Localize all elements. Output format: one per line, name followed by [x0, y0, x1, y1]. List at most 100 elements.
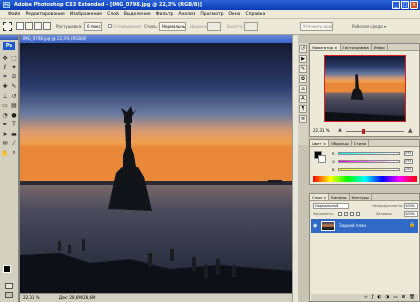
menu-select[interactable]: Выделение: [124, 12, 151, 17]
close-button[interactable]: ×: [410, 1, 418, 9]
lock-position-icon[interactable]: [350, 212, 354, 216]
clone-stamp-icon[interactable]: ⊥: [1, 92, 9, 100]
quick-mask-icon[interactable]: [5, 283, 13, 289]
intersect-selection-icon[interactable]: [43, 22, 51, 30]
path-select-icon[interactable]: ➤: [1, 130, 9, 138]
marquee-preset-icon[interactable]: [3, 22, 12, 31]
eyedropper-icon[interactable]: ⁄: [10, 140, 18, 148]
tab-styles[interactable]: Стили: [352, 140, 370, 146]
move-tool-icon[interactable]: ✥: [1, 54, 9, 62]
fill-input[interactable]: 100%: [404, 211, 418, 217]
lasso-tool-icon[interactable]: ℓ: [1, 64, 9, 72]
channel-b-slider[interactable]: [338, 168, 400, 171]
eraser-tool-icon[interactable]: ▭: [1, 102, 9, 110]
channel-r-value[interactable]: 255: [404, 151, 413, 156]
refine-edge-button[interactable]: Уточнить край...: [300, 22, 333, 31]
foreground-color-swatch[interactable]: [3, 265, 11, 273]
channel-r-slider[interactable]: [338, 152, 400, 155]
actions-icon[interactable]: ▶: [299, 55, 307, 63]
new-group-icon[interactable]: ▭: [393, 294, 397, 301]
menu-filter[interactable]: Фильтр: [156, 12, 174, 17]
dodge-tool-icon[interactable]: ●: [10, 111, 18, 119]
slice-tool-icon[interactable]: ⧄: [10, 73, 18, 81]
workspace-menu[interactable]: Рабочая среда ▾: [352, 24, 386, 29]
healing-brush-icon[interactable]: ✚: [1, 83, 9, 91]
style-select[interactable]: Нормальный: [159, 22, 186, 31]
document-size[interactable]: Док: 28,6M/28,6M: [59, 295, 96, 300]
maximize-button[interactable]: □: [401, 1, 409, 9]
add-selection-icon[interactable]: [25, 22, 33, 30]
brushes-icon[interactable]: ✿: [299, 75, 307, 83]
menu-edit[interactable]: Редактирование: [25, 12, 64, 17]
channel-g-value[interactable]: 255: [404, 159, 413, 164]
layer-style-icon[interactable]: ƒ: [372, 294, 374, 301]
crop-tool-icon[interactable]: ⌗: [1, 73, 9, 81]
tab-color[interactable]: Цвет ×: [310, 140, 330, 146]
toolbox-header[interactable]: [0, 35, 18, 40]
delete-layer-icon[interactable]: 🗑: [409, 294, 415, 301]
lock-transparency-icon[interactable]: [338, 212, 342, 216]
background-swatch[interactable]: [318, 155, 326, 163]
type-tool-icon[interactable]: T: [10, 121, 18, 129]
notes-icon[interactable]: ≡: [299, 115, 307, 123]
minimize-button[interactable]: _: [392, 1, 400, 9]
channel-g-slider[interactable]: [338, 160, 400, 163]
color-spectrum[interactable]: [313, 176, 417, 182]
pen-tool-icon[interactable]: ✒: [1, 121, 9, 129]
lock-all-icon[interactable]: [356, 212, 360, 216]
lock-pixels-icon[interactable]: [344, 212, 348, 216]
navigator-zoom[interactable]: 22,31 %: [313, 128, 330, 133]
zoom-slider-thumb[interactable]: [362, 129, 365, 134]
menu-view[interactable]: Просмотр: [200, 12, 223, 17]
tab-swatches[interactable]: Образцы: [329, 140, 352, 146]
menu-image[interactable]: Изображение: [70, 12, 102, 17]
channel-b-value[interactable]: 255: [404, 167, 413, 172]
menu-file[interactable]: Файл: [8, 12, 20, 17]
height-input[interactable]: [244, 22, 258, 31]
layer-row[interactable]: ◉ Задний план 🔒: [311, 219, 418, 233]
opacity-input[interactable]: 100%: [404, 203, 418, 209]
menu-window[interactable]: Окно: [228, 12, 240, 17]
menu-help[interactable]: Справка: [245, 12, 265, 17]
gradient-tool-icon[interactable]: ▤: [10, 102, 18, 110]
zoom-tool-icon[interactable]: ⌕: [10, 149, 18, 157]
layer-mask-icon[interactable]: ◐: [377, 294, 381, 301]
clone-source-icon[interactable]: ⌂: [299, 85, 307, 93]
image-canvas[interactable]: [20, 43, 292, 293]
zoom-level[interactable]: 22,31 %: [23, 295, 40, 300]
marquee-tool-icon[interactable]: ⬚: [10, 54, 18, 62]
tool-presets-icon[interactable]: ✎: [299, 65, 307, 73]
brush-tool-icon[interactable]: ✎: [10, 83, 18, 91]
character-icon[interactable]: A: [299, 95, 307, 103]
view-box[interactable]: [324, 55, 406, 122]
history-brush-icon[interactable]: ↺: [10, 92, 18, 100]
notes-tool-icon[interactable]: ✉: [1, 140, 9, 148]
menu-layer[interactable]: Слой: [107, 12, 119, 17]
adjustment-layer-icon[interactable]: ◑: [385, 294, 389, 301]
hand-tool-icon[interactable]: ✋: [1, 149, 9, 157]
feather-input[interactable]: 0 пикс: [84, 22, 102, 31]
tab-paths[interactable]: Контуры: [350, 194, 372, 200]
tab-info[interactable]: Инфо: [372, 44, 388, 50]
navigator-thumbnail[interactable]: [324, 55, 406, 122]
magic-wand-icon[interactable]: ✦: [10, 64, 18, 72]
new-selection-icon[interactable]: [16, 22, 24, 30]
blend-mode-select[interactable]: Нормальный: [313, 203, 349, 209]
menu-analysis[interactable]: Анализ: [178, 12, 195, 17]
screen-mode-icon[interactable]: [5, 292, 13, 298]
zoom-slider[interactable]: [346, 131, 404, 132]
shape-tool-icon[interactable]: ▬: [10, 130, 18, 138]
tab-navigator[interactable]: Навигатор ×: [310, 44, 341, 50]
tab-layers[interactable]: Слои ×: [310, 194, 330, 200]
new-layer-icon[interactable]: ⊞: [402, 294, 406, 301]
history-icon[interactable]: ↺: [299, 45, 307, 53]
smoothing-checkbox[interactable]: [108, 24, 112, 28]
tab-histogram[interactable]: Гистограмма: [341, 44, 372, 50]
visibility-eye-icon[interactable]: ◉: [313, 223, 317, 229]
paragraph-icon[interactable]: ¶: [299, 105, 307, 113]
zoom-in-icon[interactable]: ▲: [408, 128, 413, 134]
width-input[interactable]: [207, 22, 221, 31]
tab-channels[interactable]: Каналы: [329, 194, 350, 200]
subtract-selection-icon[interactable]: [34, 22, 42, 30]
zoom-out-icon[interactable]: ▲: [338, 128, 342, 133]
